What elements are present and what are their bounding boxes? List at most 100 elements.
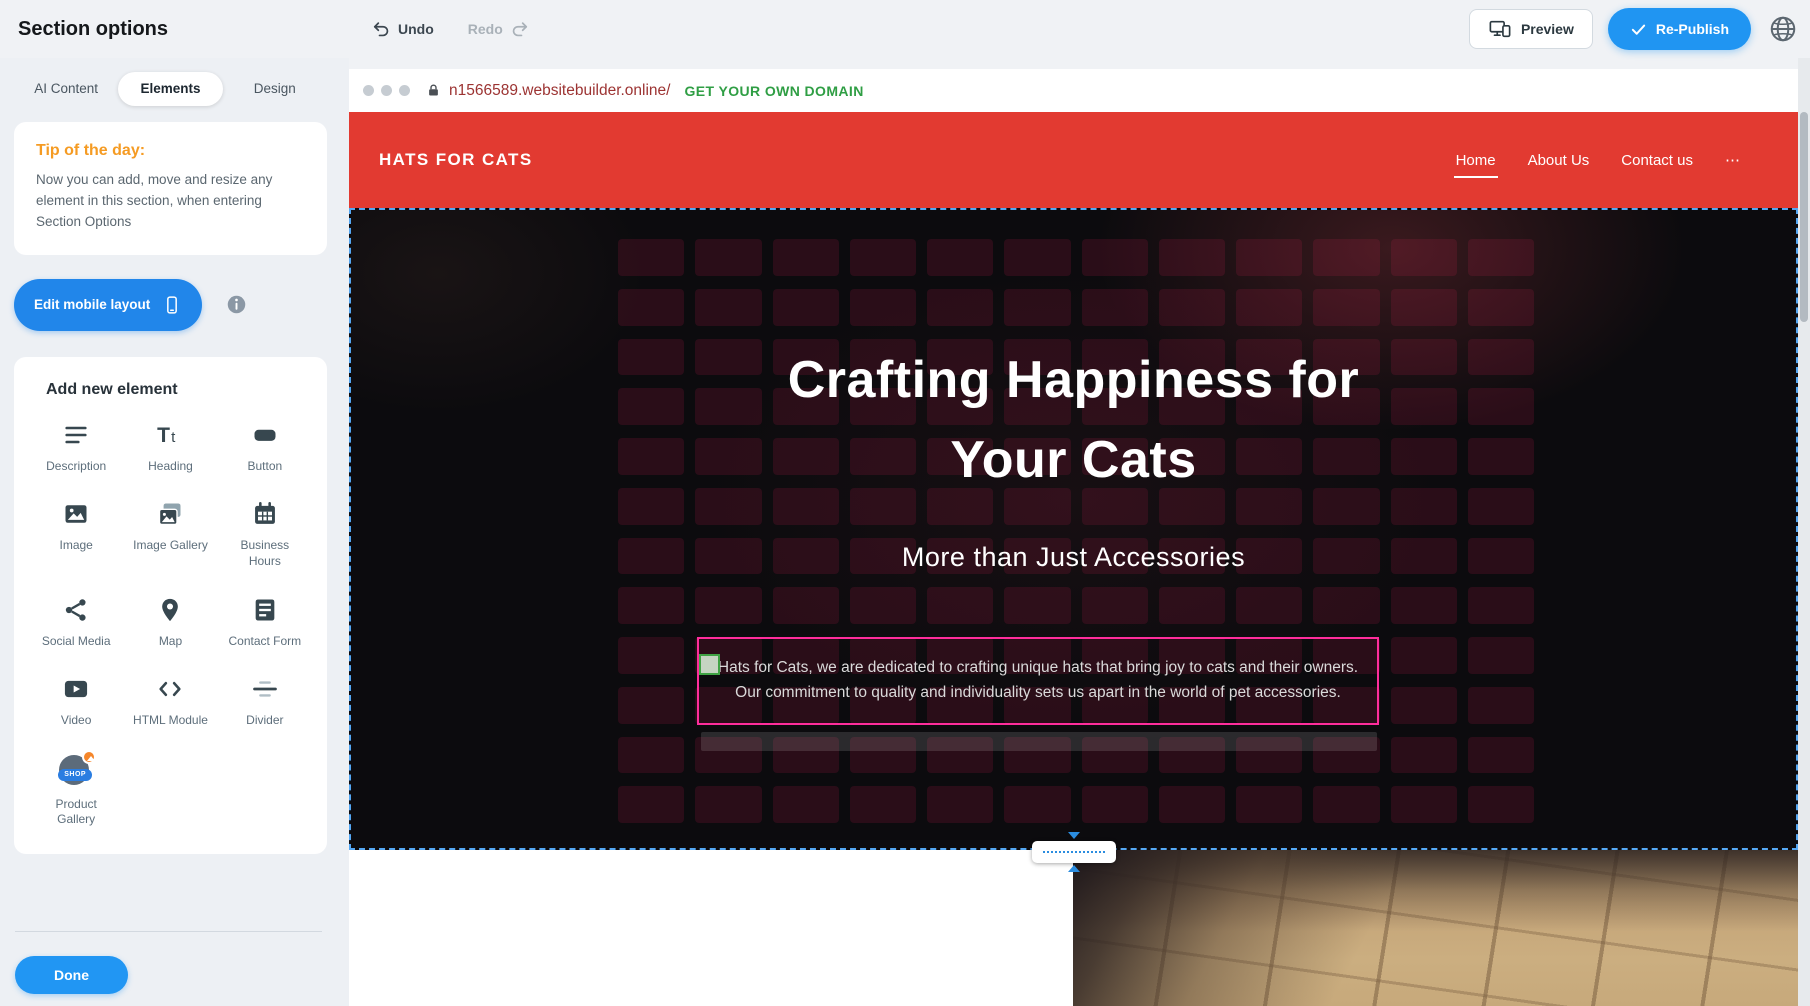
tab-elements[interactable]: Elements <box>118 72 222 106</box>
canvas-gap <box>349 58 1798 69</box>
window-dots <box>363 85 410 96</box>
social-media-icon <box>62 594 90 626</box>
hero-tile <box>1082 289 1148 326</box>
nav-more[interactable]: ⋯ <box>1725 151 1740 169</box>
hero-tile <box>773 239 839 276</box>
hero-tile <box>927 587 993 624</box>
undo-label: Undo <box>398 21 434 37</box>
sidebar-divider <box>15 931 322 932</box>
element-divider[interactable]: Divider <box>219 673 311 729</box>
element-image-gallery[interactable]: Image Gallery <box>124 498 216 569</box>
hero-tile <box>1159 289 1225 326</box>
hero-tile <box>1468 239 1534 276</box>
product-gallery-icon: SHOP <box>58 753 94 789</box>
edit-mobile-layout-button[interactable]: Edit mobile layout <box>14 279 202 331</box>
button-icon <box>250 419 280 451</box>
preview-button[interactable]: Preview <box>1469 9 1593 49</box>
element-description[interactable]: Description <box>30 419 122 475</box>
hero-heading-line2: Your Cats <box>351 420 1796 500</box>
hero-tile <box>850 587 916 624</box>
element-business-hours[interactable]: Business Hours <box>219 498 311 569</box>
resize-pill <box>1032 841 1116 863</box>
shop-ribbon: SHOP <box>58 769 92 781</box>
element-ghost-placeholder <box>701 732 1377 751</box>
next-section <box>349 850 1798 1006</box>
hero-tile <box>1159 587 1225 624</box>
hero-tile <box>1468 637 1534 674</box>
resize-arrow-up-icon <box>1068 865 1080 872</box>
nav-home[interactable]: Home <box>1456 152 1496 169</box>
topbar-actions: Preview Re-Publish <box>1469 0 1800 58</box>
history-controls: Undo Redo <box>372 0 529 58</box>
element-image[interactable]: Image <box>30 498 122 569</box>
element-drag-handle[interactable] <box>699 654 720 675</box>
nav-about-us[interactable]: About Us <box>1528 152 1590 169</box>
hero-tile <box>1313 289 1379 326</box>
check-icon <box>1630 21 1647 38</box>
section-resize-handle[interactable] <box>1032 832 1116 872</box>
republish-button[interactable]: Re-Publish <box>1608 8 1751 50</box>
hero-subheading[interactable]: More than Just Accessories <box>351 542 1796 573</box>
hero-tile <box>1313 587 1379 624</box>
hero-paragraph-selected[interactable]: Hats for Cats, we are dedicated to craft… <box>697 637 1379 725</box>
hero-tile <box>1468 786 1534 823</box>
hero-tile <box>1391 687 1457 724</box>
info-icon[interactable] <box>226 294 247 315</box>
element-button[interactable]: Button <box>219 419 311 475</box>
hero-tile <box>1391 239 1457 276</box>
divider-icon <box>250 673 280 705</box>
hero-tile <box>850 289 916 326</box>
hero-paragraph-line1: Hats for Cats, we are dedicated to craft… <box>718 656 1358 681</box>
hero-section-selected[interactable]: Crafting Happiness for Your Cats More th… <box>349 208 1798 850</box>
contact-form-icon <box>251 594 279 626</box>
window-dot <box>399 85 410 96</box>
page-scrollbar[interactable] <box>1798 58 1810 1006</box>
hero-tile <box>1313 239 1379 276</box>
element-html-module[interactable]: HTML Module <box>124 673 216 729</box>
nav-contact-us[interactable]: Contact us <box>1621 152 1693 169</box>
element-contact-form[interactable]: Contact Form <box>219 594 311 650</box>
hero-tile <box>1468 687 1534 724</box>
hero-tile <box>695 786 761 823</box>
tab-ai-content[interactable]: AI Content <box>14 72 118 106</box>
redo-button[interactable]: Redo <box>468 20 529 39</box>
hero-tile <box>1391 637 1457 674</box>
sidebar-tabs: AI Content Elements Design <box>14 72 327 106</box>
done-button[interactable]: Done <box>15 956 128 994</box>
window-dot <box>363 85 374 96</box>
language-globe-button[interactable] <box>1766 12 1800 46</box>
add-element-panel: Add new element Description Tt Heading B… <box>14 357 327 854</box>
element-heading[interactable]: Tt Heading <box>124 419 216 475</box>
map-pin-icon <box>156 594 184 626</box>
hero-tile <box>1082 239 1148 276</box>
edit-mobile-label: Edit mobile layout <box>34 297 150 312</box>
svg-text:T: T <box>158 424 171 447</box>
tab-design[interactable]: Design <box>223 72 327 106</box>
hero-tile <box>927 289 993 326</box>
hero-tile <box>1082 786 1148 823</box>
scrollbar-thumb[interactable] <box>1800 112 1808 322</box>
site-header: HATS FOR CATS Home About Us Contact us ⋯ <box>349 112 1798 208</box>
hero-tile <box>618 687 684 724</box>
hero-tile <box>618 587 684 624</box>
element-social-media[interactable]: Social Media <box>30 594 122 650</box>
resize-arrow-down-icon <box>1068 832 1080 839</box>
get-domain-link[interactable]: GET YOUR OWN DOMAIN <box>684 83 863 99</box>
hero-tile <box>773 587 839 624</box>
element-video[interactable]: Video <box>30 673 122 729</box>
element-product-gallery[interactable]: SHOP Product Gallery <box>30 753 122 828</box>
redo-icon <box>510 20 529 39</box>
hero-tile <box>1004 786 1070 823</box>
hero-paragraph-line2: Our commitment to quality and individual… <box>735 681 1341 706</box>
site-url: n1566589.websitebuilder.online/ <box>449 82 670 100</box>
hero-tile <box>1159 786 1225 823</box>
hero-heading[interactable]: Crafting Happiness for Your Cats <box>351 340 1796 500</box>
site-logo[interactable]: HATS FOR CATS <box>379 150 533 170</box>
element-map[interactable]: Map <box>124 594 216 650</box>
hero-tile <box>850 239 916 276</box>
hero-tile <box>1082 587 1148 624</box>
undo-button[interactable]: Undo <box>372 20 434 39</box>
mobile-layout-row: Edit mobile layout <box>14 279 327 331</box>
hero-heading-line1: Crafting Happiness for <box>351 340 1796 420</box>
browser-bar: n1566589.websitebuilder.online/ GET YOUR… <box>349 69 1798 112</box>
